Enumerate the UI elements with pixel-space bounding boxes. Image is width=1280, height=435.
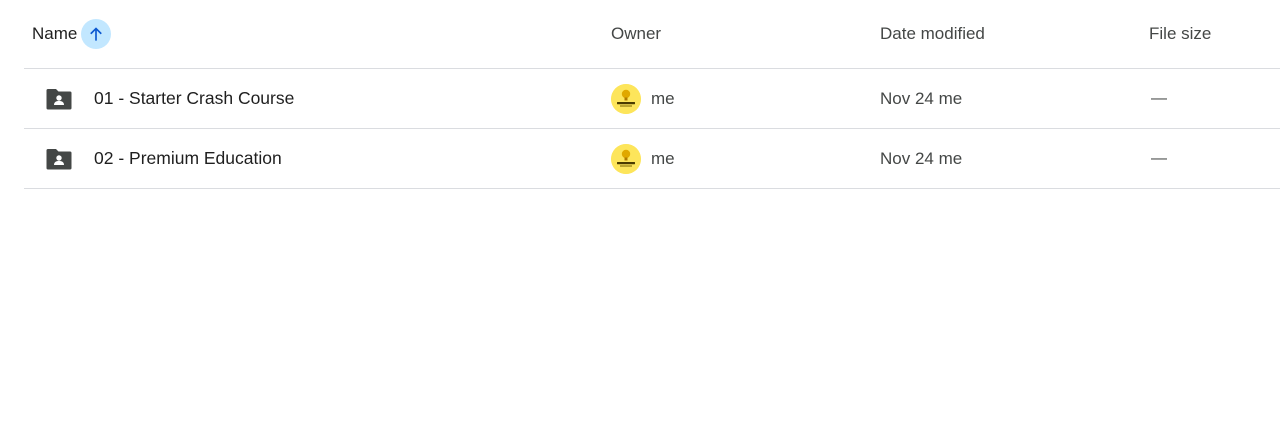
file-size-cell: —: [1149, 69, 1167, 128]
arrow-upward-icon: [90, 27, 103, 41]
name-column-label: Name: [32, 24, 78, 43]
date-modified-cell: Nov 24 me: [880, 129, 962, 188]
sort-direction-button[interactable]: [81, 19, 112, 49]
date-modified: Nov 24 me: [880, 88, 963, 108]
name-cell: 02 - Premium Education: [32, 129, 282, 188]
table-row[interactable]: 01 - Starter Crash Course me Nov 24 me —: [24, 69, 1280, 129]
column-header-row: Name Owner Date modified File size: [24, 0, 1280, 69]
owner-column-header[interactable]: Owner: [611, 0, 661, 68]
date-modified-column-label: Date modified: [880, 24, 985, 43]
owner-cell: me: [611, 69, 675, 128]
file-list: Name Owner Date modified File size 01 - …: [24, 0, 1280, 189]
date-modified: Nov 24 me: [880, 148, 963, 168]
shared-folder-icon: [46, 88, 72, 110]
date-modified-column-header[interactable]: Date modified: [880, 0, 985, 68]
file-name[interactable]: 01 - Starter Crash Course: [94, 88, 294, 109]
file-size-column-header[interactable]: File size: [1149, 0, 1211, 68]
name-cell: 01 - Starter Crash Course: [32, 69, 294, 128]
date-modified-cell: Nov 24 me: [880, 69, 962, 128]
owner-column-label: Owner: [611, 24, 662, 43]
avatar-logo-icon: [611, 83, 641, 114]
file-size-cell: —: [1149, 129, 1167, 188]
file-size-column-label: File size: [1149, 24, 1212, 43]
avatar-logo-icon: [611, 143, 641, 174]
owner-avatar[interactable]: [611, 83, 641, 114]
file-size: —: [1151, 149, 1167, 167]
name-column-header[interactable]: Name: [32, 0, 112, 68]
table-row[interactable]: 02 - Premium Education me Nov 24 me —: [24, 129, 1280, 189]
owner-name: me: [651, 148, 675, 168]
owner-avatar[interactable]: [611, 143, 641, 174]
owner-name: me: [651, 88, 675, 108]
file-size: —: [1151, 89, 1167, 107]
owner-cell: me: [611, 129, 675, 188]
shared-folder-icon: [46, 148, 72, 170]
file-name[interactable]: 02 - Premium Education: [94, 148, 282, 169]
